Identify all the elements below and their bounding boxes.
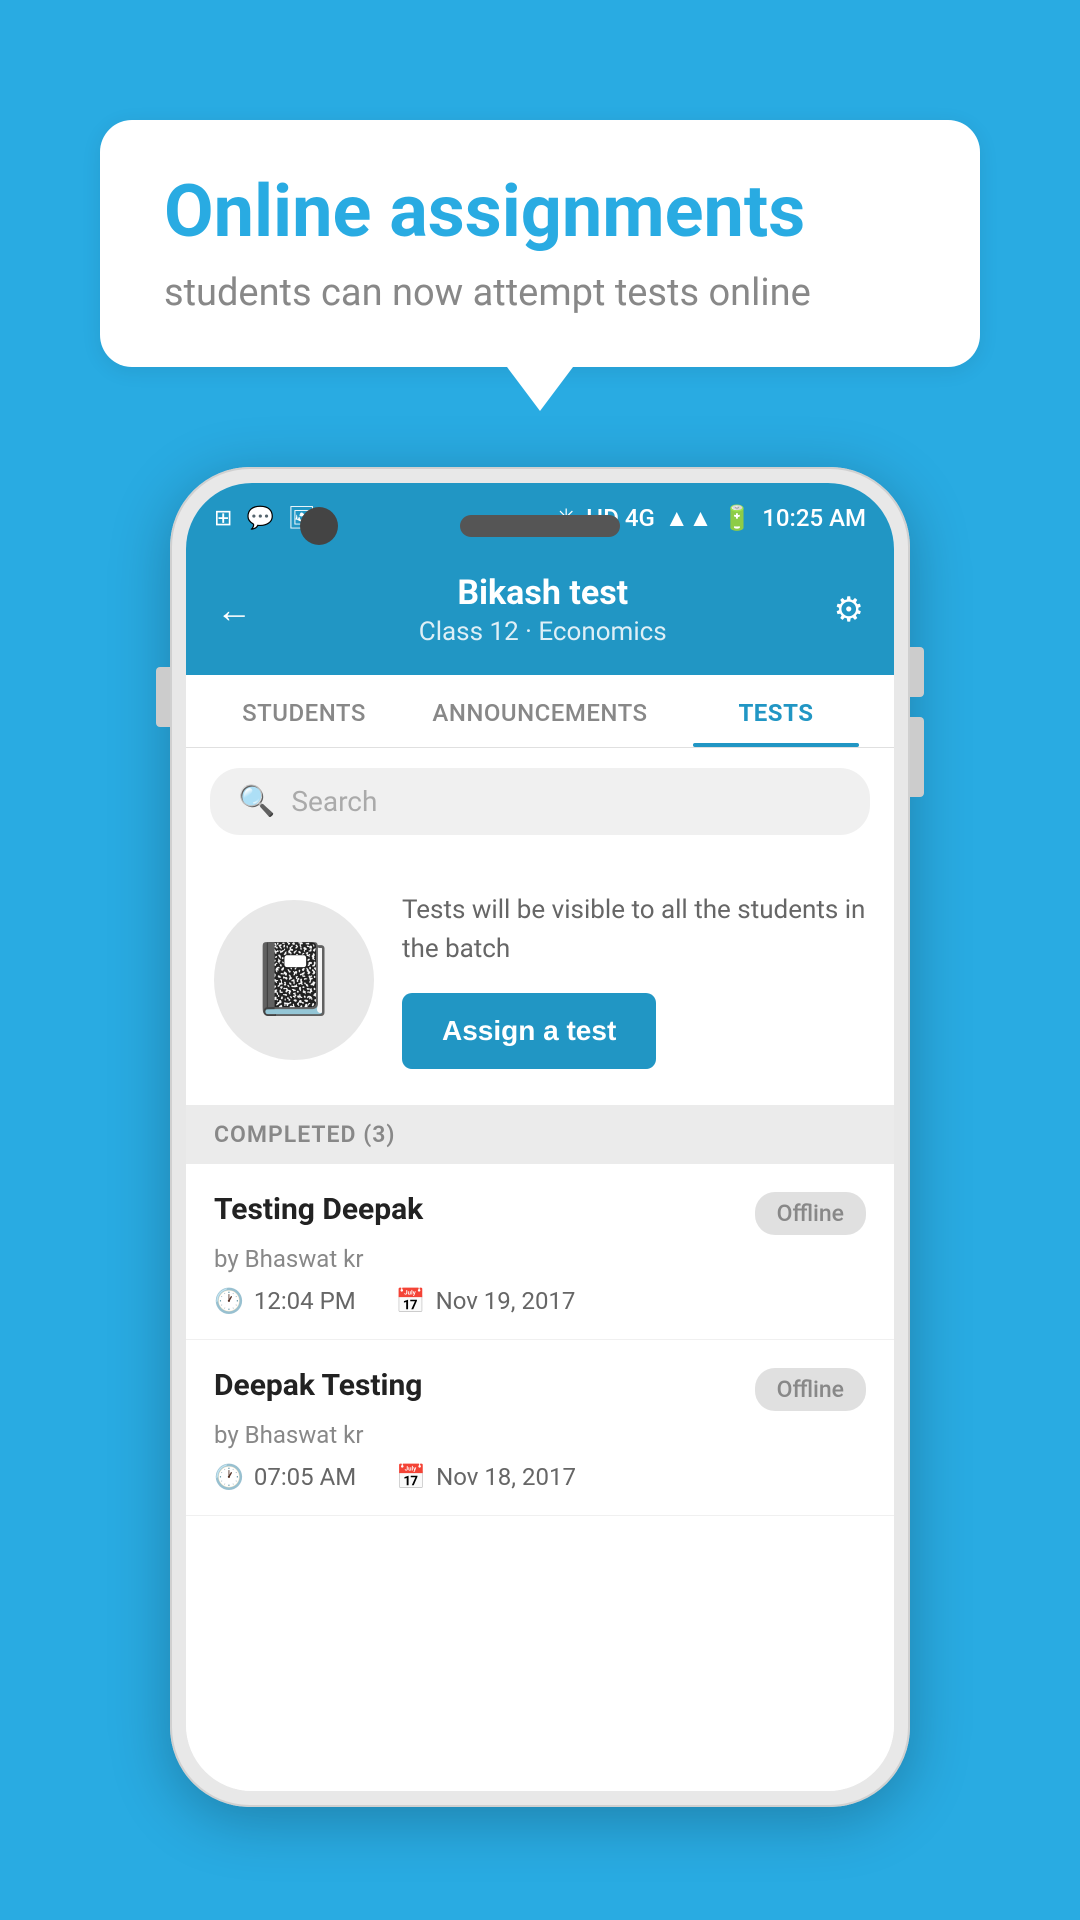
phone-speaker: [460, 515, 620, 537]
test-date-value: Nov 18, 2017: [436, 1463, 576, 1491]
test-item[interactable]: Deepak Testing Offline by Bhaswat kr 🕐 0…: [186, 1340, 894, 1516]
search-container: 🔍 Search: [186, 748, 894, 855]
side-button-left: [156, 667, 170, 727]
test-time-value: 07:05 AM: [254, 1463, 356, 1491]
class-name: Bikash test: [419, 573, 667, 613]
notebook-icon: 📓: [250, 939, 337, 1021]
completed-header: COMPLETED (3): [186, 1105, 894, 1164]
test-time-value: 12:04 PM: [254, 1287, 356, 1315]
assign-test-button[interactable]: Assign a test: [402, 993, 656, 1069]
app1-icon: ⊞: [214, 506, 232, 531]
phone-wrapper: ⊞ 💬 🖼 ✳ HD 4G ▲▲ 🔋 10:25 AM ← Bikash tes…: [170, 467, 910, 1807]
test-badge: Offline: [755, 1368, 866, 1411]
tab-announcements[interactable]: ANNOUNCEMENTS: [422, 675, 658, 747]
test-author: by Bhaswat kr: [214, 1245, 866, 1273]
phone-camera: [300, 507, 338, 545]
tab-tests[interactable]: TESTS: [658, 675, 894, 747]
calendar-icon: 📅: [396, 1287, 426, 1315]
test-time: 🕐 12:04 PM: [214, 1287, 356, 1315]
assign-right: Tests will be visible to all the student…: [402, 891, 866, 1069]
tests-list: Testing Deepak Offline by Bhaswat kr 🕐 1…: [186, 1164, 894, 1791]
test-meta: 🕐 07:05 AM 📅 Nov 18, 2017: [214, 1463, 866, 1491]
bubble-title: Online assignments: [164, 172, 916, 251]
search-box[interactable]: 🔍 Search: [210, 768, 870, 835]
notebook-icon-circle: 📓: [214, 900, 374, 1060]
app-header: ← Bikash test Class 12 · Economics ⚙: [186, 553, 894, 675]
signal-icon: ▲▲: [665, 504, 713, 533]
test-date: 📅 Nov 18, 2017: [396, 1463, 576, 1491]
side-button-right-top: [910, 647, 924, 697]
side-button-right-bottom: [910, 717, 924, 797]
test-author: by Bhaswat kr: [214, 1421, 866, 1449]
tab-students[interactable]: STUDENTS: [186, 675, 422, 747]
header-title-block: Bikash test Class 12 · Economics: [419, 573, 667, 647]
class-subtitle: Class 12 · Economics: [419, 617, 667, 647]
search-placeholder: Search: [291, 785, 377, 818]
calendar-icon: 📅: [396, 1463, 426, 1491]
phone-frame: ⊞ 💬 🖼 ✳ HD 4G ▲▲ 🔋 10:25 AM ← Bikash tes…: [170, 467, 910, 1807]
whatsapp-icon: 💬: [246, 506, 273, 531]
phone-screen: ⊞ 💬 🖼 ✳ HD 4G ▲▲ 🔋 10:25 AM ← Bikash tes…: [186, 483, 894, 1791]
battery-icon: 🔋: [722, 504, 752, 532]
test-item-top: Testing Deepak Offline: [214, 1192, 866, 1235]
clock-icon: 🕐: [214, 1287, 244, 1315]
assign-section: 📓 Tests will be visible to all the stude…: [186, 855, 894, 1105]
test-meta: 🕐 12:04 PM 📅 Nov 19, 2017: [214, 1287, 866, 1315]
bubble-subtitle: students can now attempt tests online: [164, 271, 916, 315]
speech-bubble: Online assignments students can now atte…: [100, 120, 980, 367]
test-date-value: Nov 19, 2017: [436, 1287, 576, 1315]
test-item[interactable]: Testing Deepak Offline by Bhaswat kr 🕐 1…: [186, 1164, 894, 1340]
test-name: Testing Deepak: [214, 1192, 423, 1227]
assign-description: Tests will be visible to all the student…: [402, 891, 866, 969]
test-name: Deepak Testing: [214, 1368, 422, 1403]
tabs-bar: STUDENTS ANNOUNCEMENTS TESTS: [186, 675, 894, 748]
test-time: 🕐 07:05 AM: [214, 1463, 356, 1491]
search-icon: 🔍: [238, 784, 275, 819]
settings-button[interactable]: ⚙: [834, 590, 864, 630]
test-badge: Offline: [755, 1192, 866, 1235]
test-date: 📅 Nov 19, 2017: [396, 1287, 576, 1315]
test-item-top: Deepak Testing Offline: [214, 1368, 866, 1411]
time-label: 10:25 AM: [762, 504, 866, 532]
clock-icon: 🕐: [214, 1463, 244, 1491]
back-button[interactable]: ←: [216, 589, 252, 631]
